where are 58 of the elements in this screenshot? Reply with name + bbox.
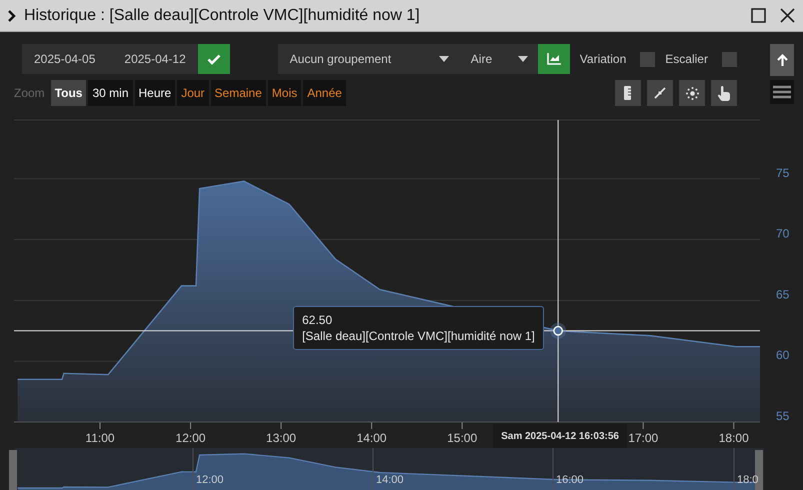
caret-icon [518,56,528,62]
maximize-icon[interactable] [751,8,766,23]
spark-button[interactable] [679,80,705,106]
option-label: Escalier [665,52,708,66]
caret-icon [438,56,449,62]
shrink-button[interactable] [647,80,673,106]
pointer-button[interactable] [711,80,737,106]
crosshair-time-label: Sam 2025-04-12 16:03:56 [493,424,627,449]
chart-type-select[interactable]: Aire [458,44,538,74]
y-tick-label: 60 [776,348,790,362]
menu-button[interactable] [770,80,794,104]
data-point-marker [550,322,566,339]
y-tick-label: 55 [776,409,790,423]
window-title: Historique : [Salle deau][Controle VMC][humidité now 1] [24,6,421,24]
navigator-label: 16:00 [556,474,584,486]
zoom-button[interactable]: Heure [134,80,176,106]
start-date[interactable]: 2025-04-05 [34,52,96,66]
zoom-button[interactable]: Semaine [210,80,266,106]
x-tick-label: 13:00 [266,431,296,445]
tooltip-value: 62.50 [302,312,334,327]
hand-pointer-icon [718,86,730,100]
option-label: Variation [580,52,626,66]
zoom-button[interactable]: Année [303,80,346,106]
checkbox[interactable] [640,52,656,66]
scroll-up-button[interactable] [770,44,794,76]
y-tick-label: 65 [776,287,790,302]
x-tick-label: 15:00 [447,431,478,445]
menu-icon [773,85,791,99]
zoom-button[interactable]: Mois [268,80,302,106]
zoom-button[interactable]: 30 min [88,80,132,106]
apply-button[interactable] [198,44,230,74]
x-tick-label: 18:00 [718,431,749,445]
chevron-icon[interactable] [8,10,16,22]
x-tick-label: 17:00 [628,431,658,445]
ruler-button[interactable] [615,80,641,106]
checkbox[interactable] [722,52,737,66]
check-icon [206,54,221,64]
zoom-button[interactable]: Tous [50,80,86,106]
navigator-label: 14:00 [376,474,404,486]
zoom-label: Zoom [14,86,45,100]
ruler-icon [624,86,632,100]
x-tick-label: 14:00 [356,431,387,445]
grouping-select[interactable]: Aucun groupement [278,44,459,74]
line-chart-icon [546,53,561,65]
y-tick-label: 75 [776,166,790,180]
tooltip-series: [Salle deau][Controle VMC][humidité now 1] [302,328,535,343]
close-icon[interactable] [780,8,795,23]
x-tick-label: 12:00 [176,431,206,445]
zoom-button[interactable]: Jour [177,80,209,106]
x-tick-label: 11:00 [85,431,115,445]
chart-button[interactable] [538,44,570,74]
date-range-field[interactable]: 2025-04-05 2025-04-12 [22,44,198,74]
navigator-label: 12:00 [196,474,224,486]
end-date[interactable]: 2025-04-12 [124,52,186,66]
y-tick-label: 70 [776,226,790,241]
arrow-up-icon [776,54,788,66]
diagonal-arrows-icon [654,87,666,99]
sparkle-icon [686,86,698,100]
